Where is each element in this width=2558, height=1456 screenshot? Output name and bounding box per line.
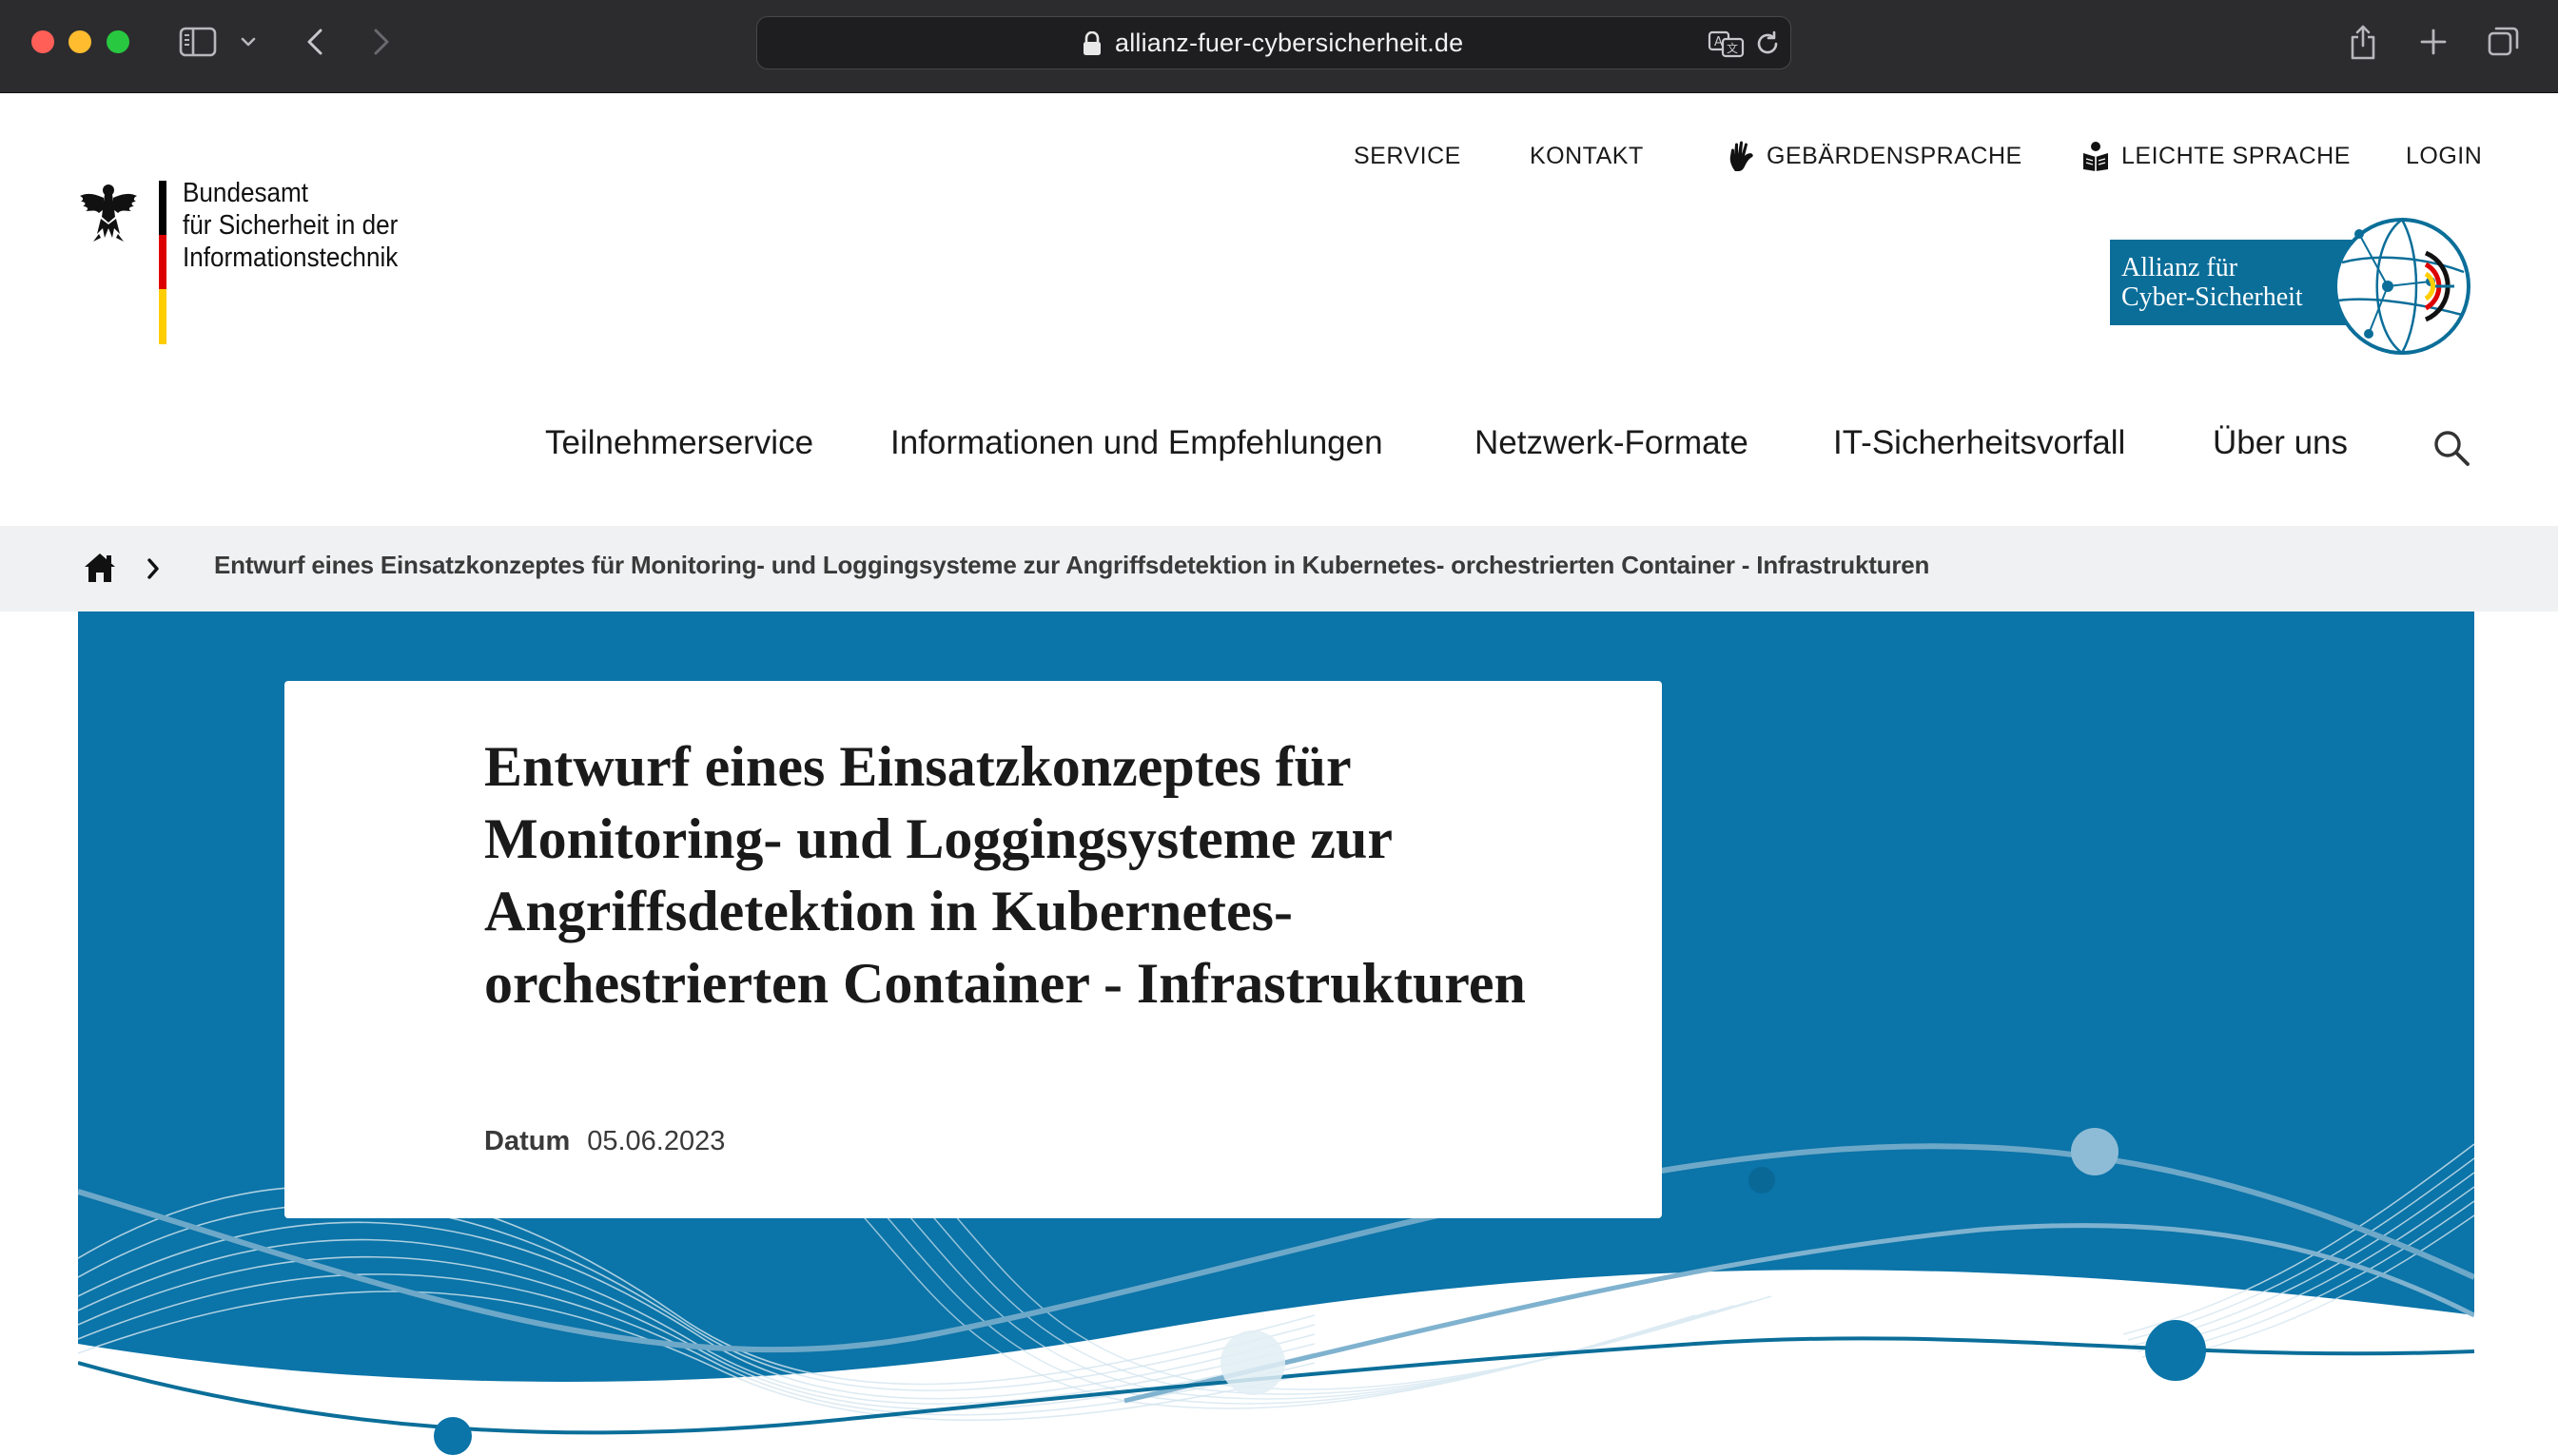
- lock-icon: [1084, 31, 1101, 55]
- search-button[interactable]: [2431, 428, 2471, 468]
- hero-banner: Entwurf eines Einsatzkonzeptes für Monit…: [78, 612, 2474, 1456]
- page-title: Entwurf eines Einsatzkonzeptes für Monit…: [484, 735, 1526, 1015]
- network-globe-icon: [2333, 218, 2470, 355]
- acs-logo-text: Allianz für Cyber-Sicherheit: [2121, 253, 2303, 312]
- bsi-logo-text: Bundesamt für Sicherheit in der Informat…: [183, 178, 399, 273]
- share-button[interactable]: [2344, 23, 2382, 61]
- nav-teilnehmerservice[interactable]: Teilnehmerservice: [545, 424, 813, 472]
- breadcrumb-current-page: Entwurf eines Einsatzkonzeptes für Monit…: [214, 551, 1930, 579]
- plus-icon: [2420, 29, 2447, 55]
- svg-text:文: 文: [1727, 41, 1738, 55]
- search-icon: [2434, 431, 2470, 466]
- svg-text:A: A: [1714, 35, 1723, 49]
- chevron-right-icon: [147, 558, 159, 579]
- login-link[interactable]: LOGIN: [2406, 139, 2482, 173]
- hero-card: Entwurf eines Einsatzkonzeptes für Monit…: [284, 681, 1662, 1218]
- breadcrumb: Entwurf eines Einsatzkonzeptes für Monit…: [0, 526, 2558, 612]
- window-zoom-button[interactable]: [107, 30, 129, 53]
- address-bar[interactable]: allianz-fuer-cybersicherheit.de A 文: [756, 16, 1791, 69]
- nav-ueber-uns[interactable]: Über uns: [2213, 424, 2348, 472]
- sidebar-toggle-button[interactable]: [177, 23, 219, 61]
- gebaerdensprache-label: GEBÄRDENSPRACHE: [1767, 142, 2022, 169]
- publication-date: Datum 05.06.2023: [484, 1126, 725, 1157]
- leichte-sprache-label: LEICHTE SPRACHE: [2121, 142, 2351, 169]
- nav-informationen-und-empfehlungen[interactable]: Informationen und Empfehlungen: [890, 424, 1383, 472]
- sign-language-hand-icon: [1729, 141, 1753, 171]
- tabs-overview-icon: [2488, 27, 2519, 56]
- window-minimize-button[interactable]: [68, 30, 91, 53]
- translate-icon[interactable]: A 文: [1708, 29, 1746, 58]
- leichte-sprache-link[interactable]: LEICHTE SPRACHE: [2081, 139, 2351, 173]
- home-icon[interactable]: [83, 552, 117, 584]
- acs-logo[interactable]: Allianz für Cyber-Sicherheit: [2110, 215, 2471, 358]
- service-link[interactable]: SERVICE: [1354, 139, 1461, 173]
- gebaerdensprache-link[interactable]: GEBÄRDENSPRACHE: [1727, 139, 2022, 173]
- back-button[interactable]: [299, 23, 331, 61]
- bsi-logo[interactable]: Bundesamt für Sicherheit in der Informat…: [78, 178, 459, 344]
- browser-toolbar: allianz-fuer-cybersicherheit.de A 文: [0, 0, 2558, 93]
- address-url: allianz-fuer-cybersicherheit.de: [1115, 29, 1464, 57]
- reload-icon[interactable]: [1753, 29, 1782, 58]
- chevron-right-icon: [374, 29, 389, 55]
- federal-eagle-icon: [80, 184, 137, 242]
- chevron-left-icon: [307, 29, 322, 55]
- date-label: Datum: [484, 1126, 571, 1156]
- easy-language-book-icon: [2083, 142, 2108, 171]
- window-close-button[interactable]: [31, 30, 54, 53]
- sidebar-icon: [179, 27, 217, 57]
- chevron-down-icon: [241, 37, 256, 47]
- new-tab-button[interactable]: [2414, 23, 2452, 61]
- tab-overview-button[interactable]: [2485, 23, 2523, 61]
- nav-it-sicherheitsvorfall[interactable]: IT-Sicherheitsvorfall: [1833, 424, 2125, 472]
- date-value: 05.06.2023: [587, 1126, 726, 1156]
- german-flag-bar: [159, 181, 166, 344]
- tab-group-dropdown[interactable]: [236, 23, 261, 61]
- forward-button[interactable]: [365, 23, 398, 61]
- kontakt-link[interactable]: KONTAKT: [1530, 139, 1644, 173]
- nav-netzwerk-formate[interactable]: Netzwerk-Formate: [1474, 424, 1748, 472]
- share-icon: [2351, 25, 2375, 60]
- web-page: Bundesamt für Sicherheit in der Informat…: [0, 93, 2558, 1456]
